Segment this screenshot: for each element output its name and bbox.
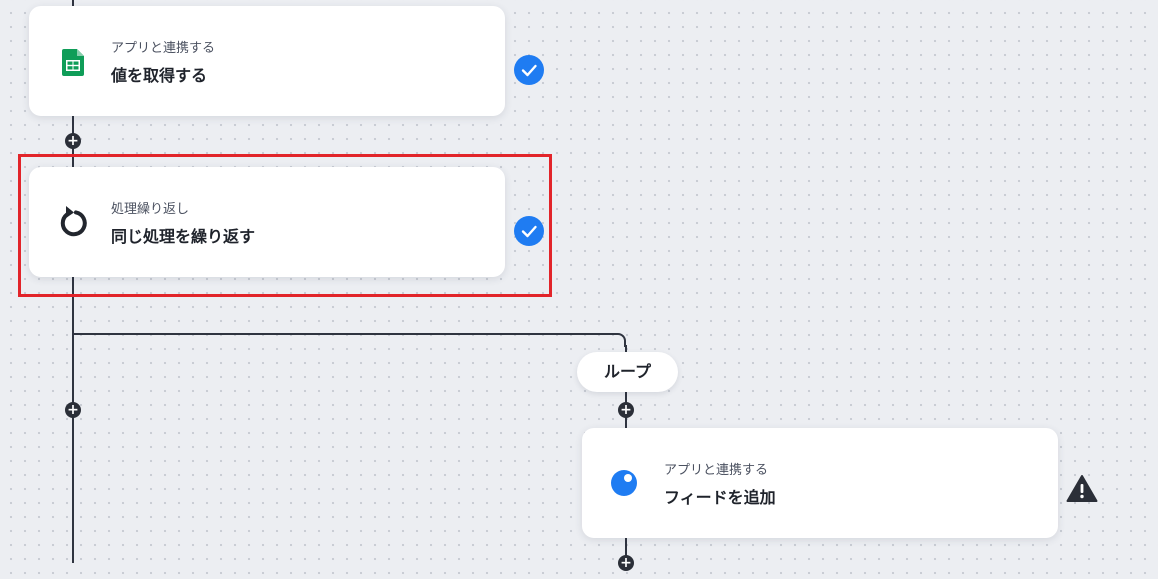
node-category-label: アプリと連携する xyxy=(111,41,216,56)
add-step-button[interactable]: + xyxy=(65,402,81,418)
add-step-button[interactable]: + xyxy=(65,133,81,149)
add-step-button[interactable]: + xyxy=(618,402,634,418)
repeat-icon xyxy=(55,204,91,240)
branch-connector-line xyxy=(72,333,582,335)
flow-node-get-values[interactable]: アプリと連携する 値を取得する xyxy=(29,6,505,116)
node-title: 値を取得する xyxy=(111,66,208,85)
node-title: フィードを追加 xyxy=(664,488,776,507)
flow-node-add-feed[interactable]: アプリと連携する フィードを追加 xyxy=(582,428,1058,538)
branch-connector-elbow xyxy=(580,333,626,347)
app-blue-circle-icon xyxy=(610,467,640,497)
node-category-label: アプリと連携する xyxy=(664,463,769,478)
check-icon xyxy=(514,55,544,85)
node-title: 同じ処理を繰り返す xyxy=(111,227,256,246)
check-icon xyxy=(514,216,544,246)
google-sheets-icon xyxy=(55,43,91,79)
warning-icon xyxy=(1066,474,1098,504)
add-step-button[interactable]: + xyxy=(618,555,634,571)
flow-node-repeat[interactable]: 処理繰り返し 同じ処理を繰り返す xyxy=(29,167,505,277)
node-category-label: 処理繰り返し xyxy=(111,202,190,217)
loop-branch-label[interactable]: ループ xyxy=(577,352,678,392)
